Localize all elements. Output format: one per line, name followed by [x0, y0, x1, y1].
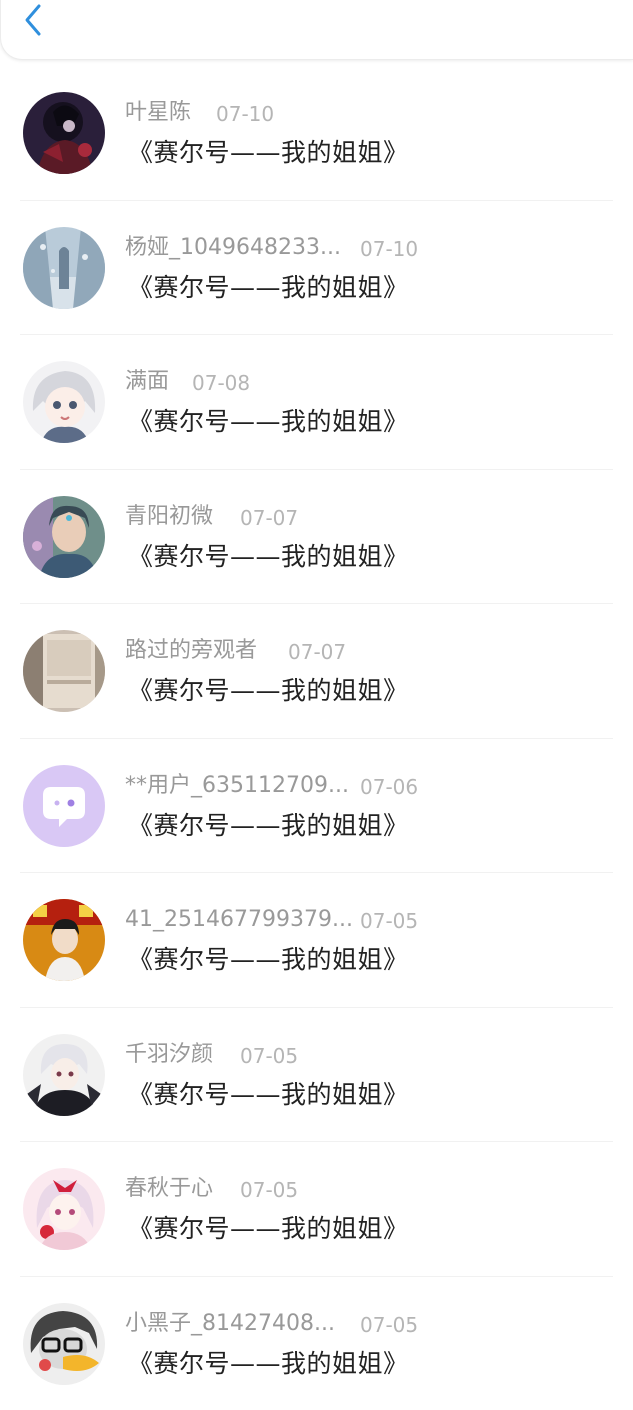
comment-date: 07-05: [360, 1312, 419, 1337]
list-item[interactable]: 满面 07-08 《赛尔号——我的姐姐》: [0, 335, 633, 470]
comment-text[interactable]: 《赛尔号——我的姐姐》: [128, 943, 409, 977]
list-item[interactable]: 路过的旁观者 07-07 《赛尔号——我的姐姐》: [0, 604, 633, 739]
avatar[interactable]: [23, 1168, 105, 1250]
comment-list: 叶星陈 07-10 《赛尔号——我的姐姐》 杨娅_1049648233... 0…: [0, 66, 633, 1410]
back-button[interactable]: [23, 0, 63, 44]
comment-date: 07-06: [360, 774, 419, 799]
comment-date: 07-10: [216, 102, 275, 126]
comment-text[interactable]: 《赛尔号——我的姐姐》: [128, 1347, 409, 1381]
comment-text[interactable]: 《赛尔号——我的姐姐》: [128, 136, 409, 170]
comment-date: 07-07: [240, 505, 299, 530]
list-item[interactable]: 小黑子_81427408... 07-05 《赛尔号——我的姐姐》: [0, 1277, 633, 1410]
user-name[interactable]: 41_251467799379...: [125, 905, 353, 935]
comment-text[interactable]: 《赛尔号——我的姐姐》: [128, 540, 409, 574]
user-name[interactable]: 满面: [125, 367, 169, 397]
comment-text[interactable]: 《赛尔号——我的姐姐》: [128, 271, 409, 305]
comment-date: 07-05: [240, 1043, 299, 1068]
user-name[interactable]: 杨娅_1049648233...: [125, 233, 341, 263]
comment-date: 07-07: [288, 640, 347, 664]
comment-date: 07-05: [240, 1178, 299, 1202]
avatar[interactable]: [23, 92, 105, 174]
comment-text[interactable]: 《赛尔号——我的姐姐》: [128, 674, 409, 708]
user-name[interactable]: **用户_635112709...: [125, 771, 349, 801]
list-item[interactable]: 41_251467799379... 07-05 《赛尔号——我的姐姐》: [0, 873, 633, 1008]
list-item[interactable]: 杨娅_1049648233... 07-10 《赛尔号——我的姐姐》: [0, 201, 633, 335]
list-item[interactable]: 春秋于心 07-05 《赛尔号——我的姐姐》: [0, 1142, 633, 1277]
list-item[interactable]: 千羽汐颜 07-05 《赛尔号——我的姐姐》: [0, 1008, 633, 1142]
comment-date: 07-10: [360, 236, 419, 261]
top-bar: [0, 0, 633, 60]
user-name[interactable]: 千羽汐颜: [125, 1040, 213, 1070]
comment-text[interactable]: 《赛尔号——我的姐姐》: [128, 1078, 409, 1112]
avatar[interactable]: [23, 630, 105, 712]
user-name[interactable]: 小黑子_81427408...: [125, 1309, 335, 1339]
list-item[interactable]: 青阳初微 07-07 《赛尔号——我的姐姐》: [0, 470, 633, 604]
chevron-left-icon: [23, 2, 43, 42]
comment-text[interactable]: 《赛尔号——我的姐姐》: [128, 809, 409, 843]
comment-date: 07-08: [192, 371, 251, 395]
list-item[interactable]: 叶星陈 07-10 《赛尔号——我的姐姐》: [0, 66, 633, 201]
comment-date: 07-05: [360, 909, 419, 933]
user-name[interactable]: 青阳初微: [125, 502, 213, 532]
user-name[interactable]: 春秋于心: [125, 1174, 213, 1204]
comment-text[interactable]: 《赛尔号——我的姐姐》: [128, 1212, 409, 1246]
comment-list-page: 叶星陈 07-10 《赛尔号——我的姐姐》 杨娅_1049648233... 0…: [0, 0, 633, 1410]
avatar[interactable]: [23, 1302, 105, 1385]
avatar[interactable]: [23, 226, 105, 309]
comment-text[interactable]: 《赛尔号——我的姐姐》: [128, 405, 409, 439]
avatar[interactable]: [23, 764, 105, 847]
avatar[interactable]: [23, 1033, 105, 1116]
list-item[interactable]: **用户_635112709... 07-06 《赛尔号——我的姐姐》: [0, 739, 633, 873]
user-name[interactable]: 路过的旁观者: [125, 636, 257, 666]
avatar[interactable]: [23, 361, 105, 443]
user-name[interactable]: 叶星陈: [125, 98, 191, 128]
avatar[interactable]: [23, 899, 105, 981]
avatar[interactable]: [23, 495, 105, 578]
